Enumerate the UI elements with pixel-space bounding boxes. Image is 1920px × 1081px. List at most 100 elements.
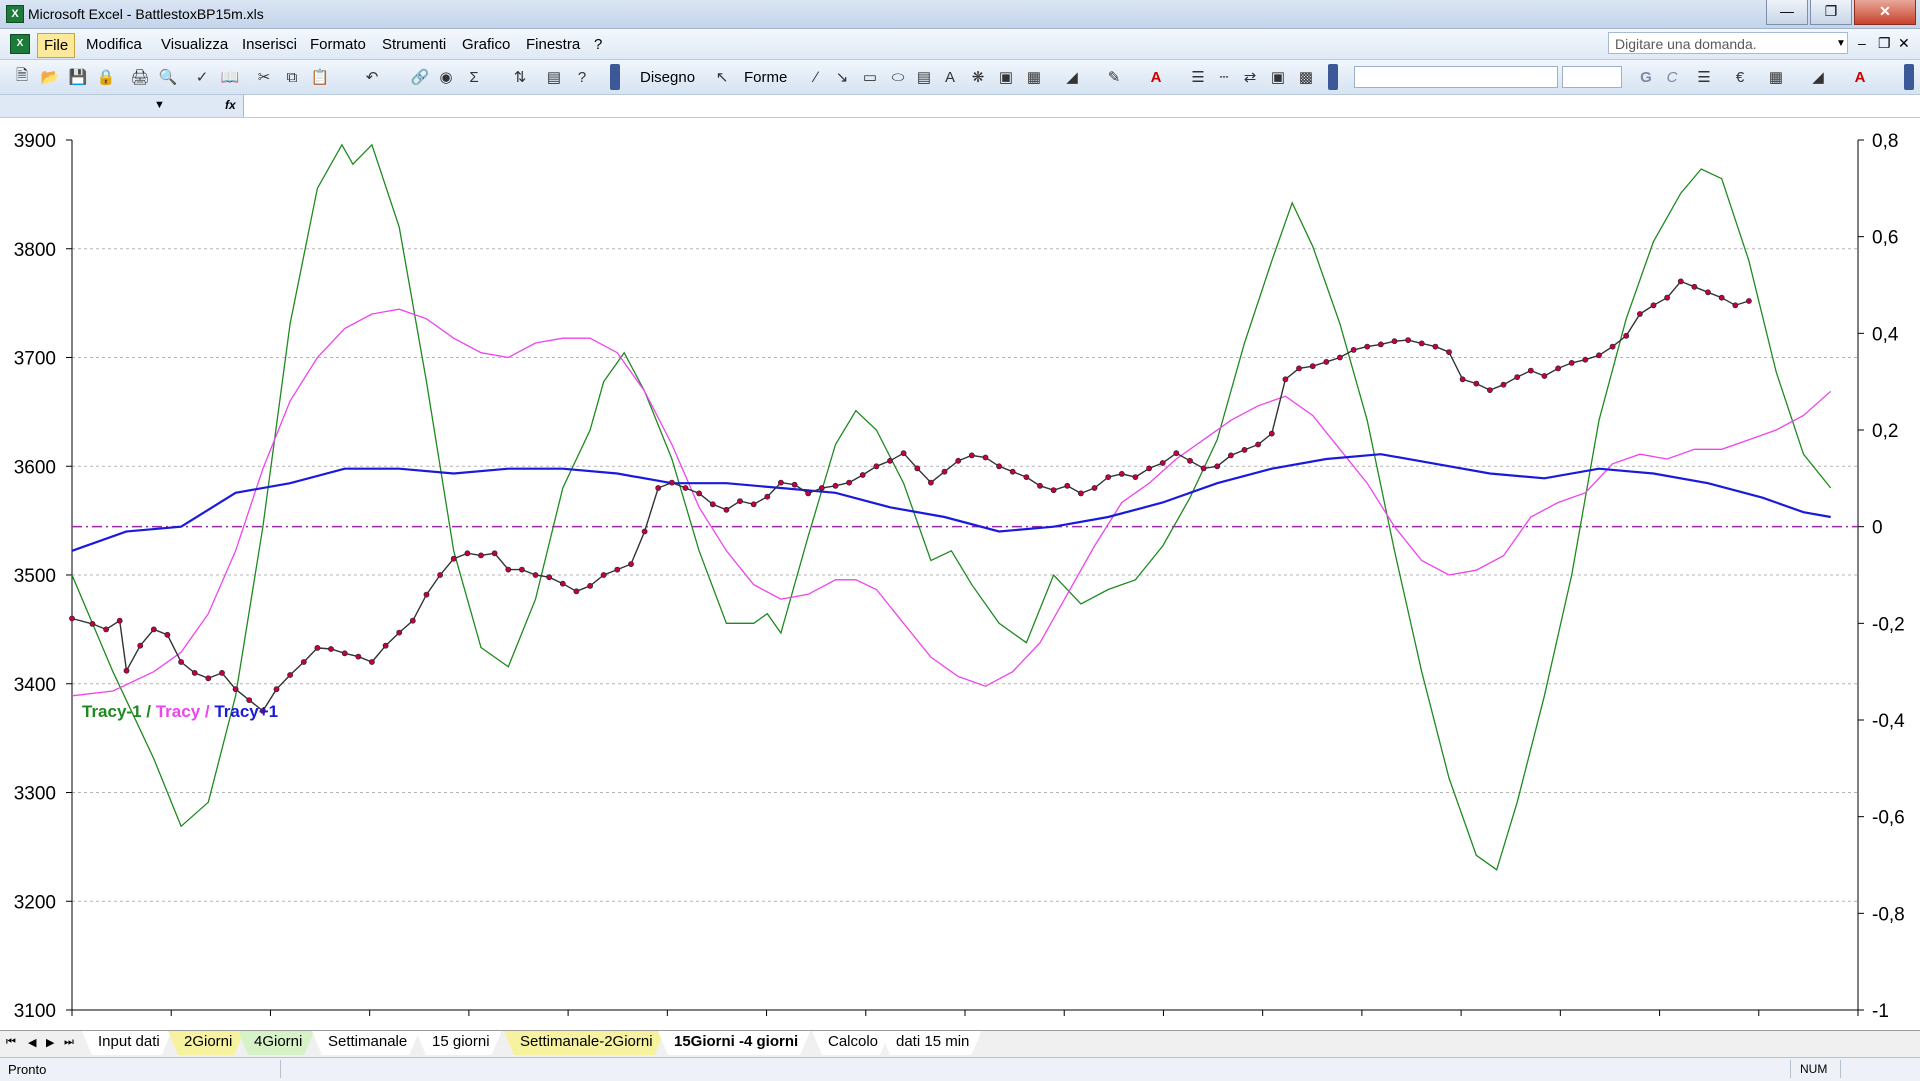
menu-finestra[interactable]: Finestra [526,36,580,53]
last-sheet-icon[interactable]: ⏭ [64,1036,74,1049]
price-point [791,481,798,488]
chevron-down-icon[interactable]: ▼ [1836,38,1846,49]
euro-icon[interactable]: € [1730,67,1750,87]
line-color-icon[interactable]: ✎ [1104,67,1124,87]
restore-icon[interactable]: ❐ [1810,0,1852,25]
dash-style-icon[interactable]: ┄ [1214,67,1234,87]
tab-dati-15-min[interactable]: dati 15 min [880,1031,981,1055]
price-point [1432,343,1439,350]
textbox-icon[interactable]: ▤ [914,67,934,87]
minimize-icon[interactable]: — [1766,0,1808,25]
tab-input-dati[interactable]: Input dati [82,1031,172,1055]
price-point [232,686,239,693]
globe-icon[interactable]: ◉ [436,67,456,87]
price-point [1732,302,1739,309]
toolbar-options-icon-3[interactable] [1904,64,1914,90]
help-icon[interactable]: ? [572,67,592,87]
menu-visualizza[interactable]: Visualizza [161,36,228,53]
workbook-icon[interactable]: X [10,34,30,54]
select-objects-icon[interactable]: ↖ [712,67,732,87]
series-line-price [71,280,1750,712]
copy-icon[interactable]: ⧉ [282,67,302,87]
menu-strumenti[interactable]: Strumenti [382,36,446,53]
rectangle-icon[interactable]: ▭ [860,67,880,87]
chart-area[interactable]: 3900 3800 3700 3600 3500 3400 3300 3200 3100 0,8 0… [0,118,1920,1026]
toolbar-options-icon[interactable] [610,64,620,90]
permission-icon[interactable]: 🔒 [96,67,116,87]
tab-4giorni[interactable]: 4Giorni [238,1031,314,1055]
new-icon[interactable]: 🗎 [12,67,32,87]
print-icon[interactable]: 🖨 [130,67,150,87]
line-style-icon[interactable]: ☰ [1188,67,1208,87]
price-point [764,493,771,500]
font-size-select[interactable] [1562,66,1622,88]
research-icon[interactable]: 📖 [220,67,240,87]
arrow-icon[interactable]: ↘ [832,67,852,87]
y-left-tick-label: 3800 [14,240,56,261]
toolbar-options-icon-2[interactable] [1328,64,1338,90]
tab-settimanale[interactable]: Settimanale [312,1031,419,1055]
hyperlink-icon[interactable]: 🔗 [410,67,430,87]
italic-icon[interactable]: C [1662,67,1682,87]
font-name-select[interactable] [1354,66,1558,88]
clipart-icon[interactable]: ▣ [996,67,1016,87]
price-point [409,617,416,624]
series-line-tracy-plus-1 [71,453,1831,552]
autoshapes-menu-button[interactable]: Forme [744,69,787,86]
tab-2giorni[interactable]: 2Giorni [168,1031,244,1055]
menu-help[interactable]: ? [594,36,602,53]
tab-calcolo[interactable]: Calcolo [812,1031,890,1055]
prev-sheet-icon[interactable]: ◀ [28,1036,36,1049]
sort-icon[interactable]: ⇅ [510,67,530,87]
picture-icon[interactable]: ▦ [1024,67,1044,87]
spelling-icon[interactable]: ✓ [192,67,212,87]
price-point [116,617,123,624]
menu-formato[interactable]: Formato [310,36,366,53]
doc-restore-icon[interactable]: ❐ [1878,35,1891,52]
center-align-icon[interactable]: ☰ [1694,67,1714,87]
oval-icon[interactable]: ⬭ [888,67,908,87]
series-group [69,143,1858,871]
fx-icon[interactable]: fx [225,98,236,112]
chart-wizard-icon[interactable]: ▤ [544,67,564,87]
first-sheet-icon[interactable]: ⏮ [6,1036,16,1049]
autosum-icon[interactable]: Σ [464,67,484,87]
font-color-icon-2[interactable]: A [1850,67,1870,87]
line-icon[interactable]: ∕ [806,67,826,87]
name-box[interactable]: ▼ fx [0,95,244,117]
price-point [1364,343,1371,350]
fill-color-icon[interactable]: ◢ [1062,67,1082,87]
bold-icon[interactable]: G [1636,67,1656,87]
font-color-icon[interactable]: A [1146,67,1166,87]
close-icon[interactable]: ✕ [1854,0,1916,25]
draw-menu-button[interactable]: Disegno [640,69,695,86]
paste-icon[interactable]: 📋 [310,67,330,87]
arrow-style-icon[interactable]: ⇄ [1240,67,1260,87]
cut-icon[interactable]: ✂ [254,67,274,87]
help-question-input[interactable]: Digitare una domanda. [1608,32,1848,54]
formula-bar: ▼ fx [0,95,1920,118]
chart-svg[interactable]: 3900 3800 3700 3600 3500 3400 3300 3200 3100 0,8 0… [0,118,1920,1026]
menu-modifica[interactable]: Modifica [86,36,142,53]
save-icon[interactable]: 💾 [68,67,88,87]
price-point [832,482,839,489]
shadow-icon[interactable]: ▣ [1268,67,1288,87]
doc-minimize-icon[interactable]: – [1858,35,1866,51]
undo-icon[interactable]: ↶ [362,67,382,87]
borders-icon[interactable]: ▦ [1766,67,1786,87]
fill-color-icon-2[interactable]: ◢ [1808,67,1828,87]
doc-close-icon[interactable]: ✕ [1898,35,1910,52]
menu-grafico[interactable]: Grafico [462,36,510,53]
next-sheet-icon[interactable]: ▶ [46,1036,54,1049]
open-icon[interactable]: 📂 [40,67,60,87]
tab-15giorni-4giorni[interactable]: 15Giorni -4 giorni [658,1031,810,1055]
3d-style-icon[interactable]: ▩ [1296,67,1316,87]
menu-file[interactable]: File [37,33,76,58]
diagram-icon[interactable]: ❋ [968,67,988,87]
wordart-icon[interactable]: A [940,67,960,87]
menu-inserisci[interactable]: Inserisci [242,36,297,53]
print-preview-icon[interactable]: 🔍 [158,67,178,87]
tab-15-giorni[interactable]: 15 giorni [416,1031,502,1055]
chevron-down-icon[interactable]: ▼ [154,99,165,111]
tab-settimanale-2giorni[interactable]: Settimanale-2Giorni [504,1031,665,1055]
